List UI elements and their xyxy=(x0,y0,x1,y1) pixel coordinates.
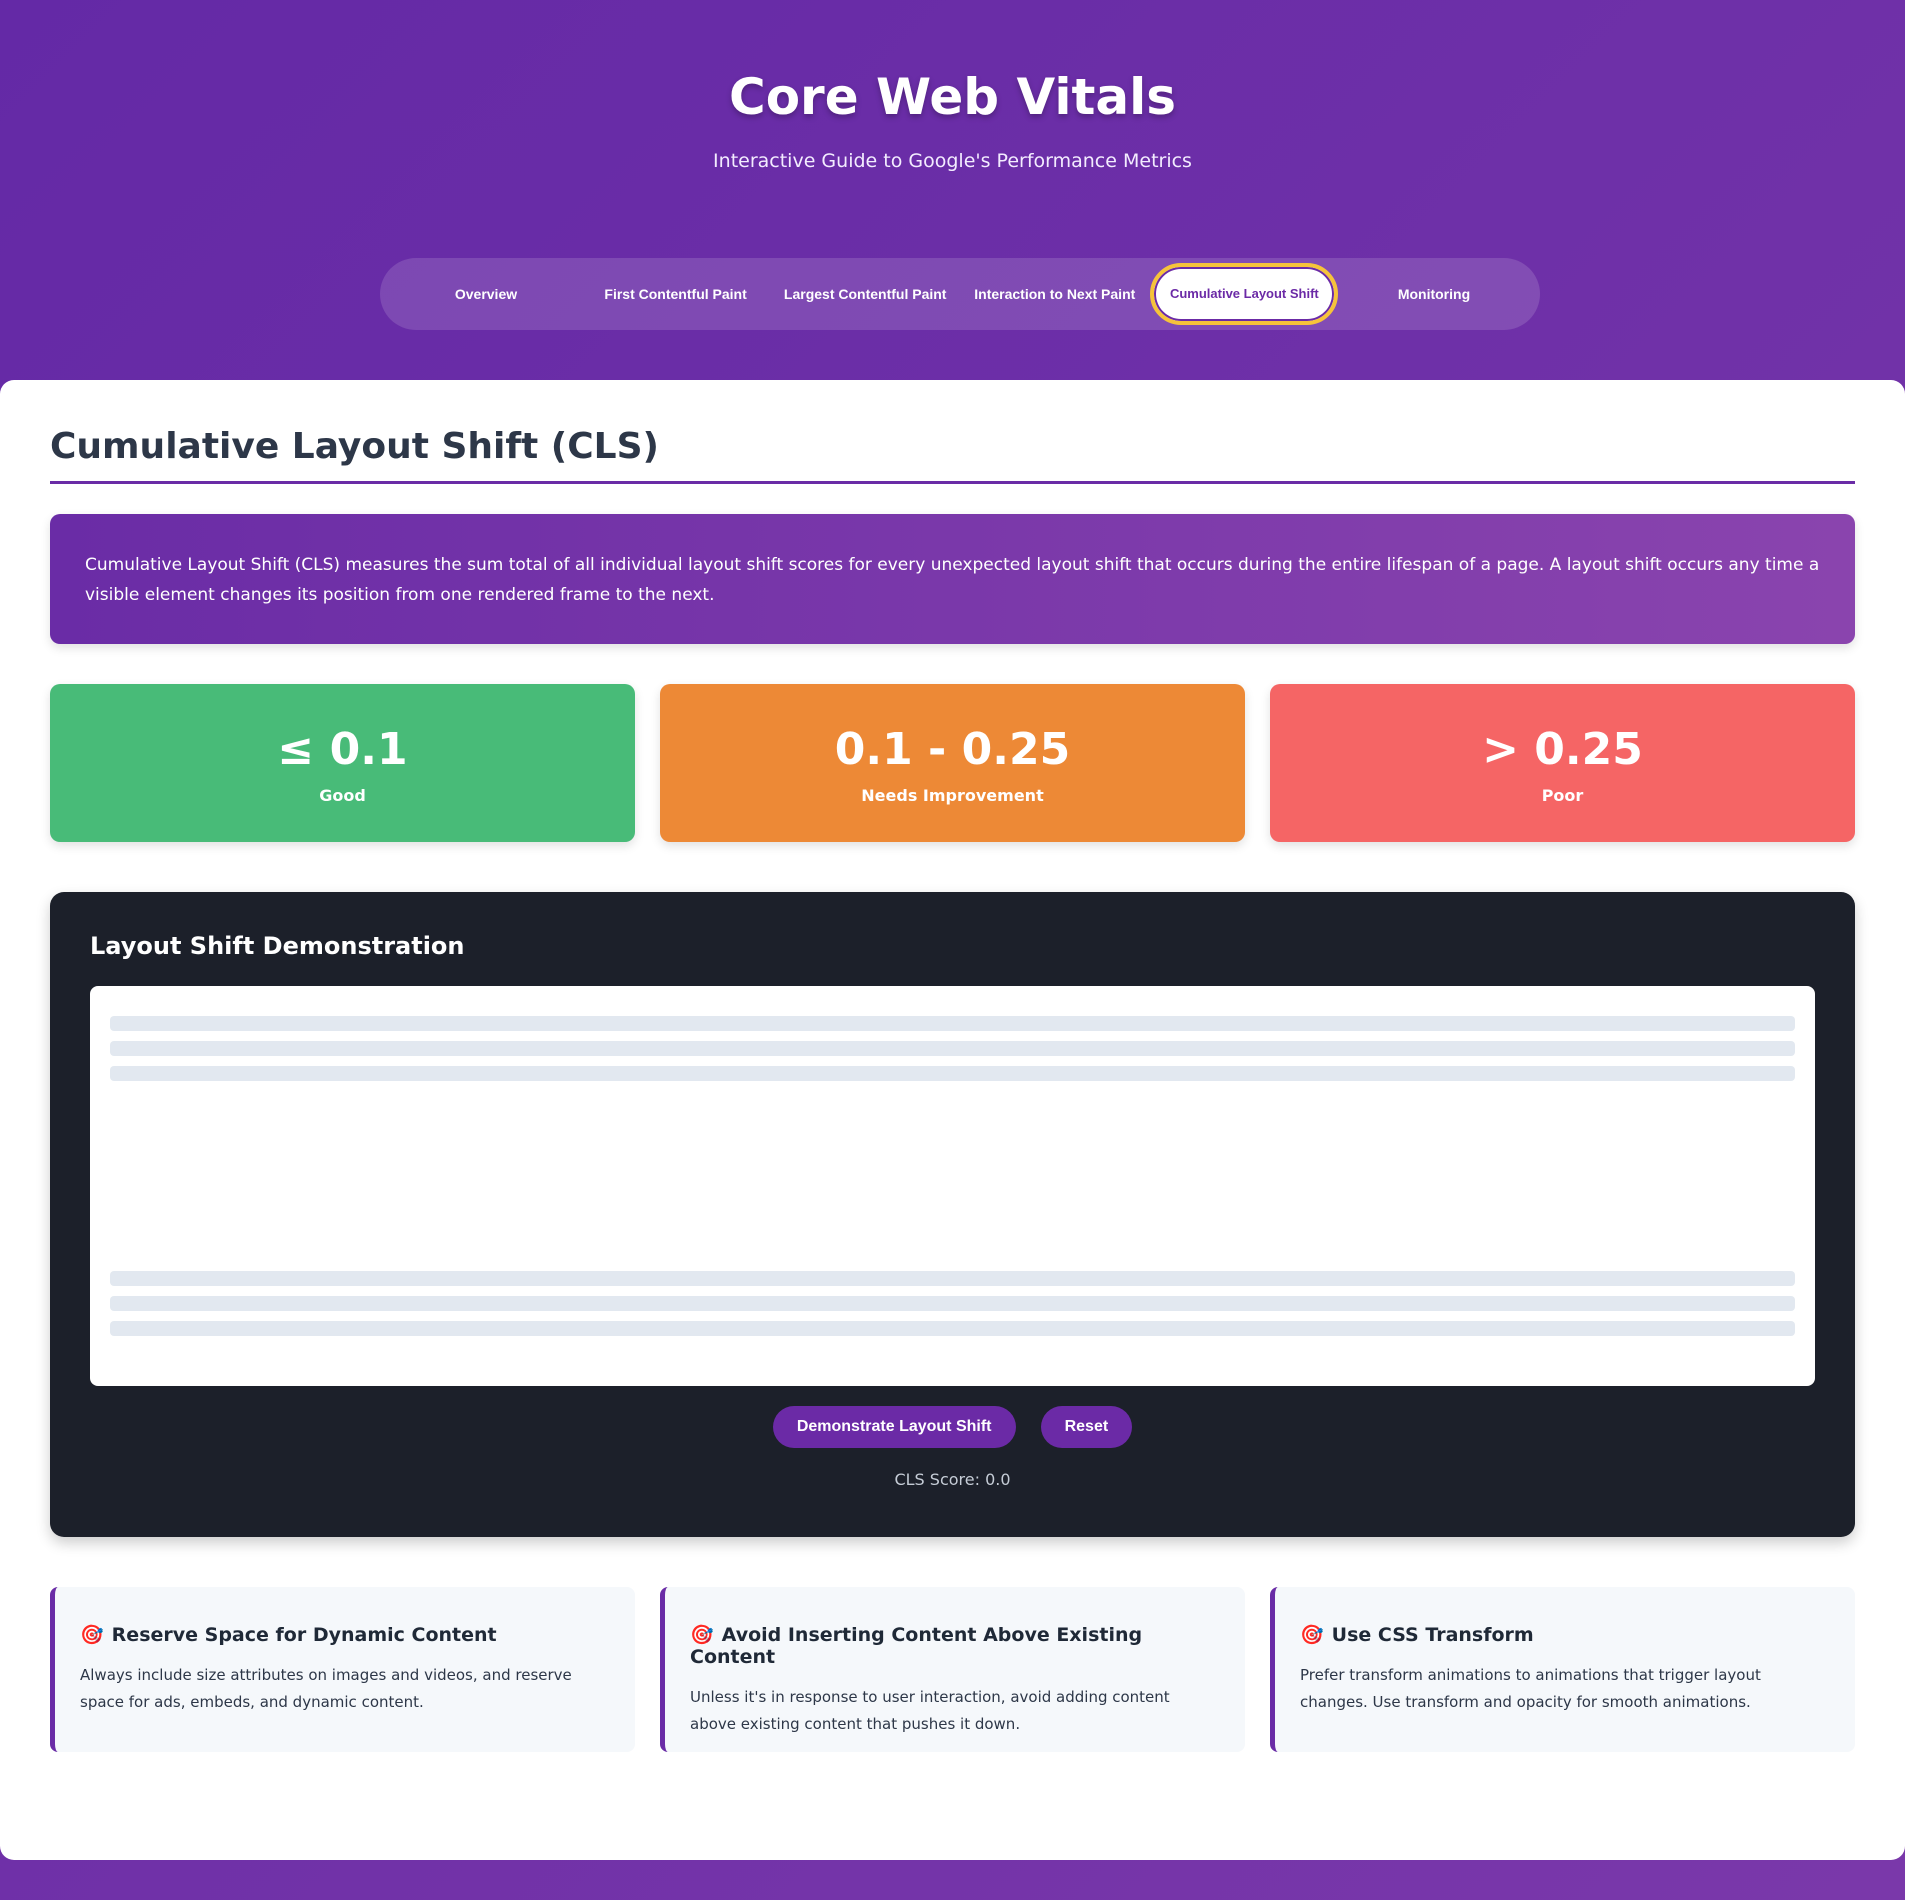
target-icon: 🎯 xyxy=(80,1624,104,1646)
tab-monitoring[interactable]: Monitoring xyxy=(1340,263,1528,325)
demonstrate-layout-shift-button[interactable]: Demonstrate Layout Shift xyxy=(772,1406,1016,1448)
tip-card: 🎯 Reserve Space for Dynamic Content Alway… xyxy=(50,1587,635,1752)
placeholder-line xyxy=(110,1296,1795,1311)
metric-nav: Overview First Contentful Paint Largest … xyxy=(380,258,1540,330)
threshold-good: ≤ 0.1 Good xyxy=(50,684,635,842)
layout-shift-demo: Layout Shift Demonstration Demonstrate L… xyxy=(50,892,1855,1537)
placeholder-line xyxy=(110,1321,1795,1336)
tip-card: 🎯 Use CSS Transform Prefer transform anim… xyxy=(1270,1587,1855,1752)
threshold-value: ≤ 0.1 xyxy=(277,724,408,775)
reset-button[interactable]: Reset xyxy=(1040,1406,1133,1448)
threshold-poor: > 0.25 Poor xyxy=(1270,684,1855,842)
target-icon: 🎯 xyxy=(690,1624,714,1646)
demo-controls: Demonstrate Layout Shift Reset xyxy=(90,1406,1815,1448)
page-header: Core Web Vitals Interactive Guide to Goo… xyxy=(0,0,1905,380)
threshold-value: > 0.25 xyxy=(1482,724,1643,775)
tip-title-text: Use CSS Transform xyxy=(1331,1624,1534,1646)
threshold-value: 0.1 - 0.25 xyxy=(834,724,1071,775)
cls-score: CLS Score: 0.0 xyxy=(894,1470,1011,1489)
tab-overview[interactable]: Overview xyxy=(392,263,580,325)
placeholder-line xyxy=(110,1271,1795,1286)
tab-interaction-to-next-paint[interactable]: Interaction to Next Paint xyxy=(961,263,1149,325)
target-icon: 🎯 xyxy=(1300,1624,1324,1646)
page-title: Core Web Vitals xyxy=(729,68,1176,126)
threshold-label: Poor xyxy=(1541,786,1584,805)
page-subtitle: Interactive Guide to Google's Performanc… xyxy=(713,150,1192,172)
demo-preview xyxy=(90,986,1815,1386)
tab-first-contentful-paint[interactable]: First Contentful Paint xyxy=(582,263,770,325)
section-title: Cumulative Layout Shift (CLS) xyxy=(50,426,1855,484)
demo-title: Layout Shift Demonstration xyxy=(90,932,465,960)
tab-largest-contentful-paint[interactable]: Largest Contentful Paint xyxy=(771,263,959,325)
main-content: Cumulative Layout Shift (CLS) Cumulative… xyxy=(0,380,1905,1860)
threshold-cards: ≤ 0.1 Good 0.1 - 0.25 Needs Improvement … xyxy=(50,684,1855,842)
tab-cumulative-layout-shift[interactable]: Cumulative Layout Shift xyxy=(1150,263,1339,325)
tip-text: Prefer transform animations to animation… xyxy=(1300,1666,1761,1711)
tips-grid: 🎯 Reserve Space for Dynamic Content Alway… xyxy=(50,1587,1855,1752)
tip-title: 🎯 Use CSS Transform xyxy=(1300,1623,1830,1646)
tip-title: 🎯 Reserve Space for Dynamic Content xyxy=(80,1623,610,1646)
tip-card: 🎯 Avoid Inserting Content Above Existing … xyxy=(660,1587,1245,1752)
placeholder-line xyxy=(110,1066,1795,1081)
tip-title-text: Avoid Inserting Content Above Existing C… xyxy=(690,1624,1143,1668)
tip-title-text: Reserve Space for Dynamic Content xyxy=(111,1624,497,1646)
tip-text: Always include size attributes on images… xyxy=(80,1666,572,1711)
threshold-label: Needs Improvement xyxy=(861,786,1044,805)
tip-text: Unless it's in response to user interact… xyxy=(690,1688,1170,1733)
placeholder-line xyxy=(110,1041,1795,1056)
tip-title: 🎯 Avoid Inserting Content Above Existing … xyxy=(690,1623,1220,1668)
threshold-label: Good xyxy=(319,786,366,805)
dynamic-content-slot xyxy=(110,1091,1795,1271)
intro-card: Cumulative Layout Shift (CLS) measures t… xyxy=(50,514,1855,644)
placeholder-line xyxy=(110,1016,1795,1031)
threshold-needs-improvement: 0.1 - 0.25 Needs Improvement xyxy=(660,684,1245,842)
